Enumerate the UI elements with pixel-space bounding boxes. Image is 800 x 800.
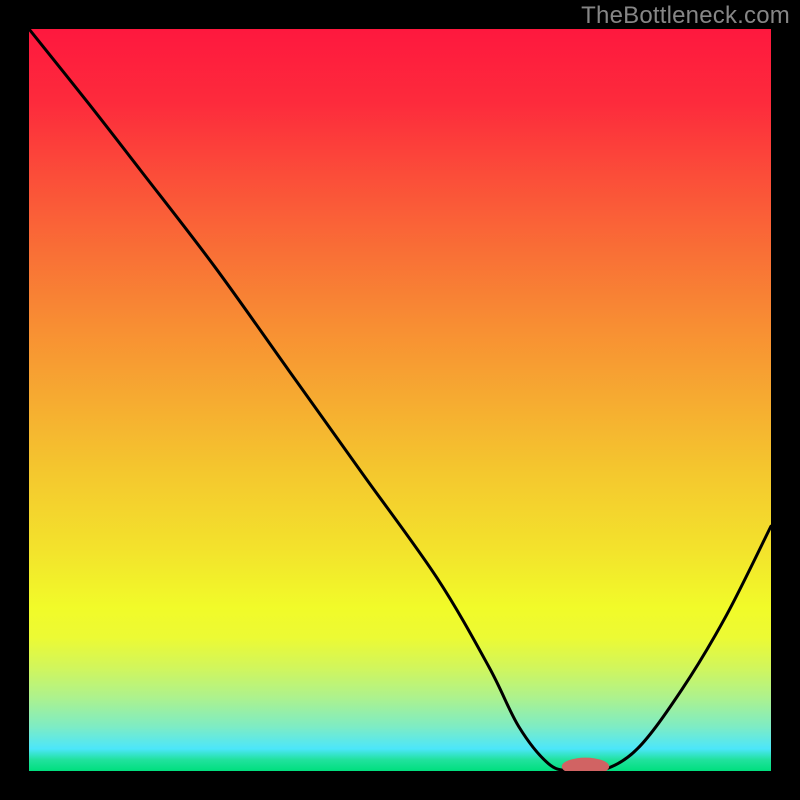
target-marker — [562, 758, 609, 776]
bottleneck-chart — [0, 0, 800, 800]
plot-background — [29, 29, 771, 771]
watermark-text: TheBottleneck.com — [581, 2, 790, 30]
chart-stage: TheBottleneck.com — [0, 0, 800, 800]
